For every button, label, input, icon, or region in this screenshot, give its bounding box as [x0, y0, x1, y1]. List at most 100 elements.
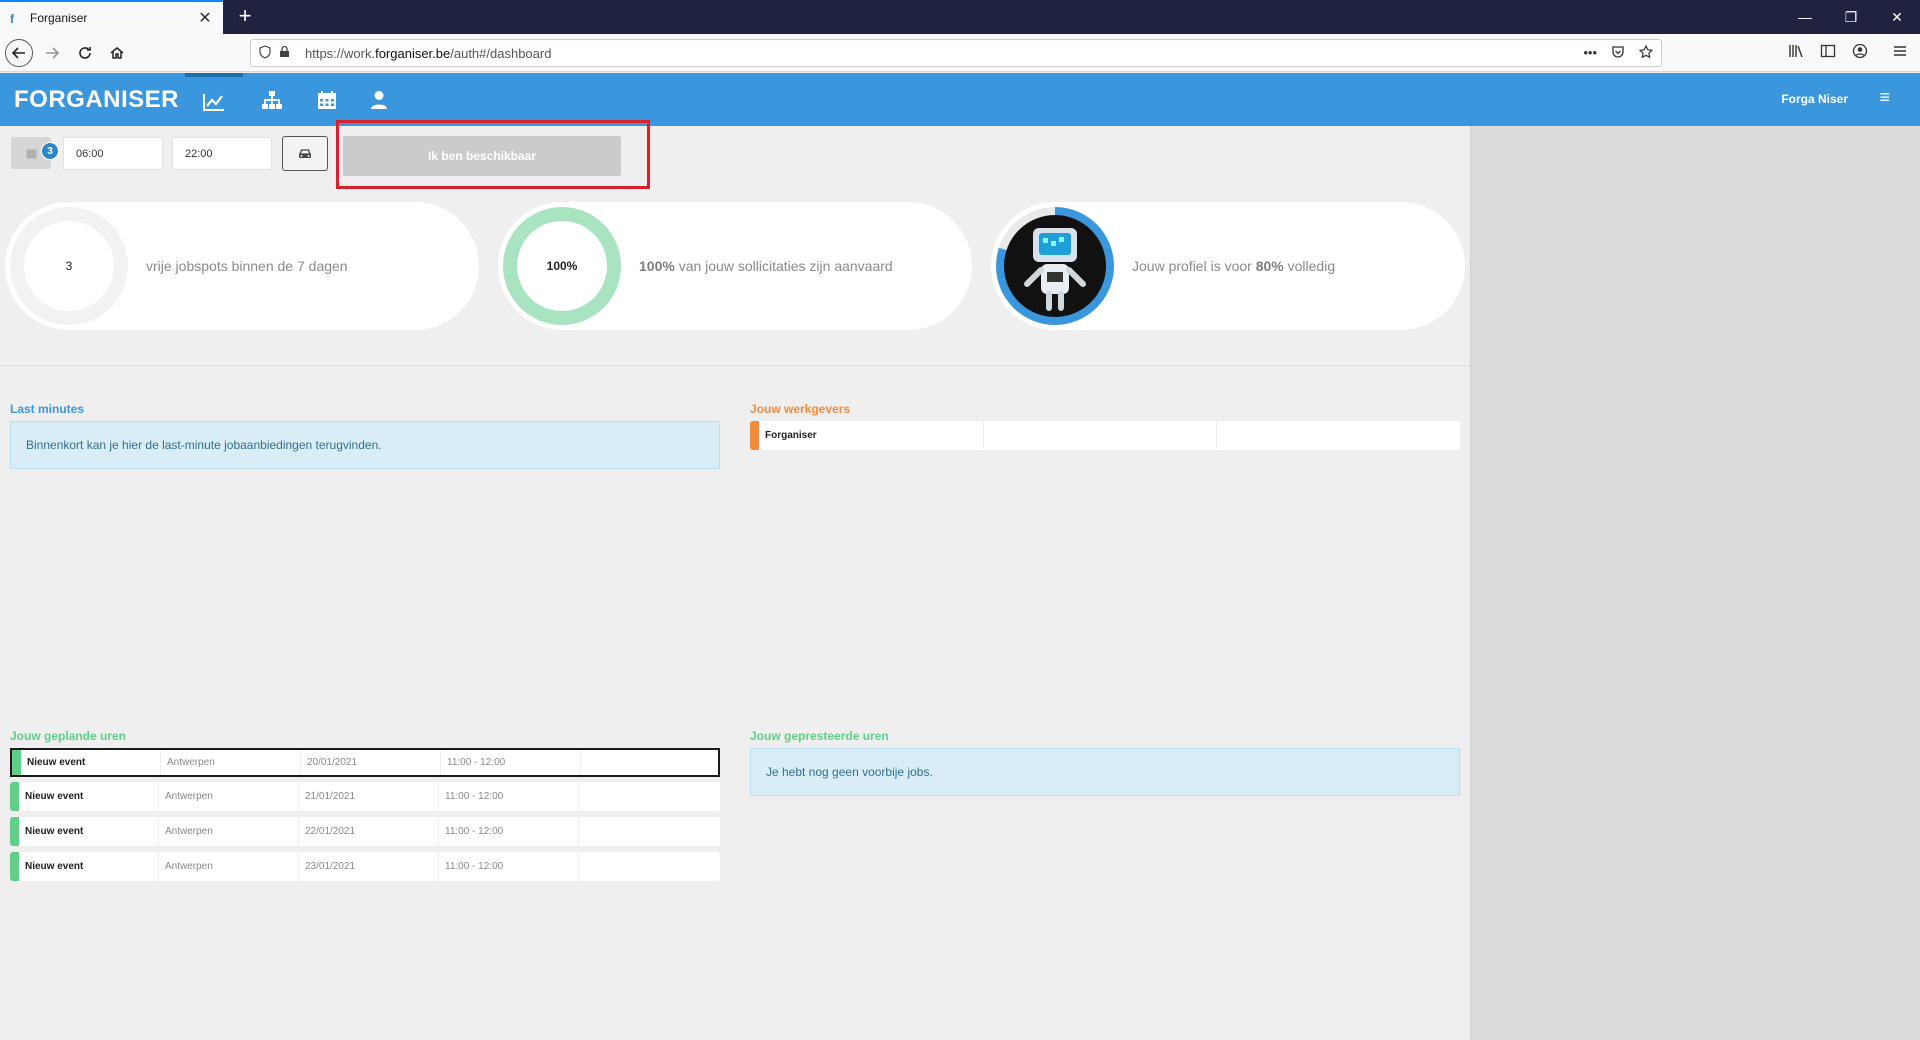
performed-hours-title: Jouw gepresteerde uren [750, 729, 889, 743]
planned-time: 11:00 - 12:00 [439, 852, 579, 881]
planned-date: 22/01/2021 [299, 817, 439, 846]
calendar-count-badge: 3 [41, 142, 59, 160]
employer-cell-empty [1217, 421, 1460, 450]
chart-icon [203, 93, 224, 111]
planned-row[interactable]: Nieuw event Antwerpen 20/01/2021 11:00 -… [10, 748, 720, 777]
planned-event: Nieuw event [19, 817, 159, 846]
profile-text: Jouw profiel is voor 80% volledig [1132, 258, 1336, 274]
profile-ring [996, 207, 1114, 325]
jobspots-value: 3 [24, 221, 114, 311]
lock-icon [279, 45, 299, 61]
home-button[interactable] [103, 39, 131, 67]
arrow-right-icon [46, 47, 60, 59]
applications-value: 100% [517, 221, 607, 311]
nav-profile[interactable] [350, 73, 408, 126]
employer-cell-empty [984, 421, 1217, 450]
planned-row-accent [12, 750, 21, 775]
planned-time: 11:00 - 12:00 [441, 750, 581, 775]
nav-dashboard[interactable] [185, 73, 243, 126]
nav-organisation[interactable] [243, 73, 301, 126]
nav-calendar[interactable] [298, 73, 356, 126]
planned-row-accent [10, 782, 19, 811]
sidebar-icon[interactable] [1818, 43, 1838, 63]
browser-menu-icon[interactable] [1890, 43, 1910, 63]
employer-accent [750, 421, 759, 450]
shield-icon [259, 44, 279, 62]
user-name[interactable]: Forga Niser [1781, 92, 1848, 106]
back-button[interactable] [5, 39, 33, 67]
account-icon[interactable] [1850, 43, 1870, 63]
address-bar-actions: ••• [1583, 44, 1654, 62]
favicon-icon: f [10, 12, 14, 26]
planned-location: Antwerpen [161, 750, 301, 775]
planned-date: 23/01/2021 [299, 852, 439, 881]
user-icon [371, 90, 387, 109]
minimize-button[interactable]: — [1780, 0, 1830, 34]
home-icon [110, 47, 124, 59]
bookmark-star-icon[interactable] [1638, 44, 1654, 62]
planned-row[interactable]: Nieuw event Antwerpen 23/01/2021 11:00 -… [10, 852, 720, 881]
new-tab-button[interactable]: + [232, 4, 258, 30]
planned-event: Nieuw event [19, 782, 159, 811]
performed-hours-message: Je hebt nog geen voorbije jobs. [750, 748, 1460, 796]
planned-location: Antwerpen [159, 782, 299, 811]
robot-avatar-icon [1024, 228, 1086, 311]
profile-avatar[interactable] [1004, 215, 1106, 317]
address-bar[interactable]: https://work.forganiser.be/auth#/dashboa… [250, 39, 1662, 67]
pocket-icon[interactable] [1611, 45, 1625, 62]
right-side-panel [1470, 126, 1920, 1040]
hamburger-menu-icon[interactable]: ≡ [1879, 87, 1890, 108]
browser-tabbar: f Forganiser ✕ + — ❐ ✕ [0, 0, 1920, 34]
planned-hours-title: Jouw geplande uren [10, 729, 127, 743]
stat-card-applications: 100% 100% van jouw sollicitaties zijn aa… [498, 202, 972, 330]
url-text: https://work.forganiser.be/auth#/dashboa… [305, 45, 552, 61]
planned-cell-empty [579, 817, 720, 846]
employers-title: Jouw werkgevers [750, 402, 851, 416]
planned-cell-empty [581, 750, 718, 775]
reload-icon [79, 47, 91, 59]
last-minutes-message: Binnenkort kan je hier de last-minute jo… [10, 421, 720, 469]
planned-date: 21/01/2021 [299, 782, 439, 811]
applications-text: 100% van jouw sollicitaties zijn aanvaar… [639, 258, 893, 274]
browser-tab[interactable]: f Forganiser ✕ [0, 0, 223, 34]
planned-cell-empty [579, 782, 720, 811]
employer-row[interactable]: Forganiser [750, 421, 1460, 450]
planned-time: 11:00 - 12:00 [439, 782, 579, 811]
close-window-button[interactable]: ✕ [1872, 0, 1920, 34]
calendar-icon [318, 90, 336, 109]
planned-cell-empty [579, 852, 720, 881]
planned-row[interactable]: Nieuw event Antwerpen 22/01/2021 11:00 -… [10, 817, 720, 846]
restore-button[interactable]: ❐ [1826, 0, 1876, 34]
section-divider [0, 365, 1470, 366]
library-icon[interactable] [1786, 43, 1806, 63]
browser-navbar: https://work.forganiser.be/auth#/dashboa… [0, 34, 1920, 72]
planned-row[interactable]: Nieuw event Antwerpen 21/01/2021 11:00 -… [10, 782, 720, 811]
jobspots-text: vrije jobspots binnen de 7 dagen [146, 258, 348, 274]
planned-row-accent [10, 817, 19, 846]
tab-title: Forganiser [30, 11, 88, 25]
planned-time: 11:00 - 12:00 [439, 817, 579, 846]
jobspots-ring: 3 [10, 207, 128, 325]
app-header: FORGANISER Forga Niser ≡ [0, 73, 1920, 126]
stat-card-profile: Jouw profiel is voor 80% volledig [991, 202, 1465, 330]
brand-logo[interactable]: FORGANISER [14, 86, 179, 114]
tab-close-icon[interactable]: ✕ [197, 8, 213, 28]
more-actions-icon[interactable]: ••• [1583, 45, 1597, 62]
start-time-input[interactable] [63, 137, 163, 170]
employer-name: Forganiser [759, 421, 984, 450]
end-time-input[interactable] [172, 137, 272, 170]
stat-card-jobspots: 3 vrije jobspots binnen de 7 dagen [5, 202, 479, 330]
planned-date: 20/01/2021 [301, 750, 441, 775]
car-icon [299, 148, 311, 158]
reload-button[interactable] [71, 39, 99, 67]
available-button[interactable]: Ik ben beschikbaar [343, 136, 621, 176]
planned-event: Nieuw event [21, 750, 161, 775]
sitemap-icon [262, 90, 282, 109]
planned-location: Antwerpen [159, 852, 299, 881]
forward-button[interactable] [38, 39, 66, 67]
transport-toggle-button[interactable] [282, 136, 328, 171]
planned-event: Nieuw event [19, 852, 159, 881]
arrow-left-icon [11, 47, 25, 59]
last-minutes-title: Last minutes [10, 402, 85, 416]
planned-location: Antwerpen [159, 817, 299, 846]
